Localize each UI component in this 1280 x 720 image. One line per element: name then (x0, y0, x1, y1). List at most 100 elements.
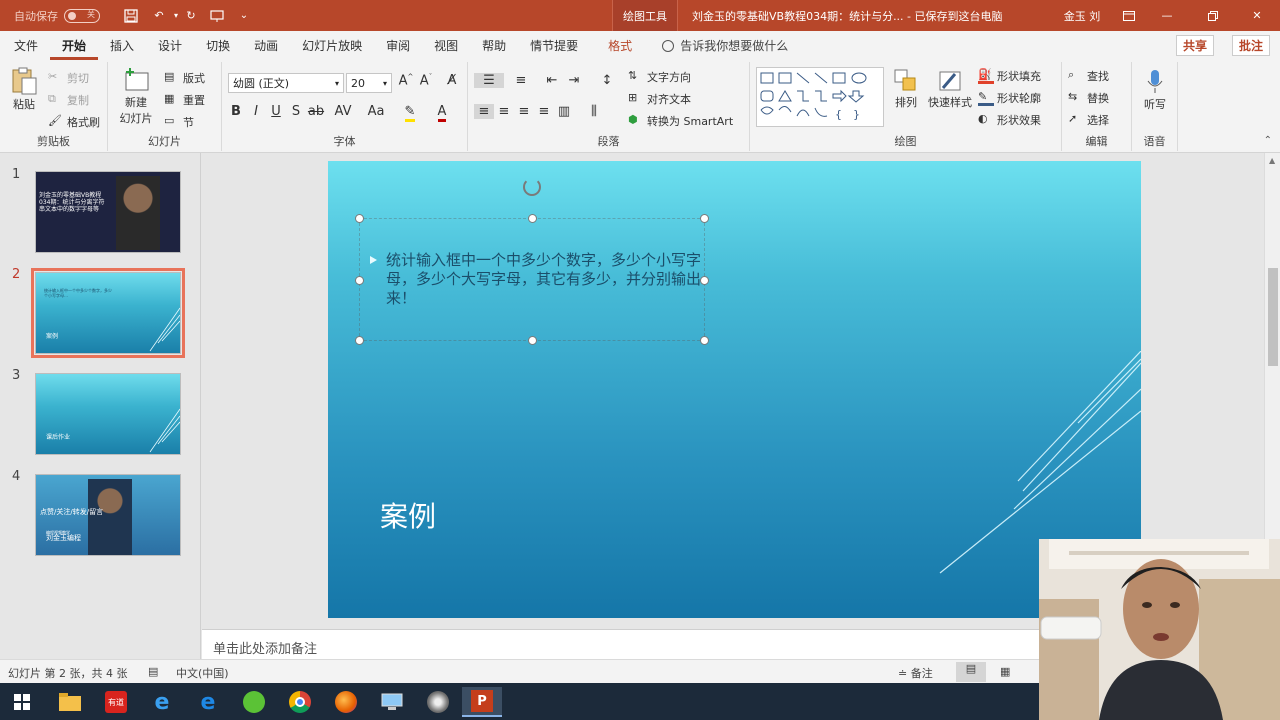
scrollbar-thumb[interactable] (1268, 268, 1278, 366)
remote-desktop-icon[interactable] (372, 687, 412, 717)
cut-button[interactable]: ✂ 剪切 (48, 70, 89, 86)
spellcheck-icon[interactable]: ▤ (148, 665, 158, 678)
clear-format-icon[interactable]: A̸ (442, 73, 462, 88)
format-painter-button[interactable]: 🖌 格式刷 (48, 114, 100, 130)
resize-handle-nw[interactable] (355, 214, 364, 223)
justify-icon[interactable]: ≡ (534, 104, 554, 119)
slide-sorter-icon[interactable]: ▦ (1000, 665, 1010, 678)
decrease-font-icon[interactable]: Aˇ (416, 73, 436, 88)
tab-design[interactable]: 设计 (146, 31, 194, 60)
internet-explorer-icon[interactable]: e (142, 687, 182, 717)
slide-thumbnail-2[interactable]: 统计输入框中一个中多少个数字，多少个小写字母… 案例 (31, 268, 185, 358)
current-slide[interactable]: 统计输入框中一个中多少个数字，多少个小写字母，多少个大写字母，其它有多少，并分别… (328, 161, 1141, 618)
scroll-up-icon[interactable]: ▲ (1269, 156, 1275, 165)
selected-text-box[interactable]: 统计输入框中一个中多少个数字，多少个小写字母，多少个大写字母，其它有多少，并分别… (355, 214, 709, 345)
tab-transitions[interactable]: 切换 (194, 31, 242, 60)
text-direction-button[interactable]: ⇅ 文字方向 (628, 69, 691, 85)
columns-icon[interactable]: ⫼ (584, 104, 604, 119)
select-button[interactable]: ➚ 选择 (1068, 112, 1109, 128)
find-button[interactable]: ⌕ 查找 (1068, 68, 1109, 84)
green-app-icon[interactable] (234, 687, 274, 717)
slide-thumbnail-3[interactable]: 课后作业 (35, 373, 181, 455)
arrange-button[interactable]: 排列 (890, 68, 922, 110)
font-name-combo[interactable]: 幼圆 (正文) ▾ (228, 73, 344, 93)
language-indicator[interactable]: 中文(中国) (176, 665, 229, 681)
shape-fill-button[interactable]: ⛽ 形状填充 (978, 68, 1041, 84)
resize-handle-s[interactable] (528, 336, 537, 345)
tab-animations[interactable]: 动画 (242, 31, 290, 60)
shape-effects-button[interactable]: ◐ 形状效果 (978, 112, 1041, 128)
underline-icon[interactable]: U (266, 104, 286, 119)
distributed-icon[interactable]: ▥ (554, 104, 574, 119)
normal-view-icon[interactable]: ▤ (956, 662, 986, 682)
redo-icon[interactable]: ↻ (180, 0, 202, 31)
resize-handle-se[interactable] (700, 336, 709, 345)
shadow-icon[interactable]: S (286, 104, 306, 119)
tab-slideshow[interactable]: 幻灯片放映 (290, 31, 374, 60)
line-spacing-icon[interactable]: ↕ (594, 73, 620, 88)
slide-thumbnail-1[interactable]: 刘金玉的零基础VB教程034期：统计与分离字符串文本中的数字字母等 (35, 171, 181, 253)
resize-handle-n[interactable] (528, 214, 537, 223)
tell-me-search[interactable]: 告诉我你想要做什么 (662, 37, 788, 54)
quick-styles-button[interactable]: 快速样式 (926, 68, 974, 110)
change-case-icon[interactable]: Aa (362, 104, 390, 119)
tab-home[interactable]: 开始 (50, 31, 99, 60)
bold-icon[interactable]: B (226, 104, 246, 119)
save-icon[interactable] (120, 0, 142, 31)
share-button[interactable]: 共享 (1175, 35, 1214, 56)
undo-icon[interactable]: ↶ (148, 0, 170, 31)
strikethrough-icon[interactable]: ab (306, 104, 326, 119)
chrome-icon[interactable] (280, 687, 320, 717)
windows-start-icon[interactable] (2, 687, 42, 717)
highlight-icon[interactable]: ✎ (400, 104, 420, 122)
tab-help[interactable]: 帮助 (470, 31, 518, 60)
restore-icon[interactable] (1190, 0, 1236, 31)
numbering-icon[interactable]: ≡ (508, 73, 534, 88)
paste-button[interactable]: 粘贴 (8, 66, 40, 112)
powerpoint-icon[interactable]: P (462, 687, 502, 717)
align-left-icon[interactable]: ≡ (474, 104, 494, 119)
resize-handle-ne[interactable] (700, 214, 709, 223)
slide-thumbnail-4[interactable]: 点赞/关注/转发/留言 编程视频教学 刘金玉编程 (35, 474, 181, 556)
edge-icon[interactable]: e (188, 687, 228, 717)
increase-font-icon[interactable]: A^ (396, 73, 416, 88)
youdao-icon[interactable]: 有道 (96, 687, 136, 717)
notes-toggle[interactable]: ≐ 备注 (898, 665, 933, 681)
autosave[interactable]: 自动保存 关 (14, 0, 114, 31)
collapse-ribbon-icon[interactable]: ⌃ (1264, 135, 1272, 146)
resize-handle-w[interactable] (355, 276, 364, 285)
align-center-icon[interactable]: ≡ (494, 104, 514, 119)
copy-button[interactable]: ⧉ 复制 (48, 92, 89, 108)
align-right-icon[interactable]: ≡ (514, 104, 534, 119)
new-slide-button[interactable]: 新建 幻灯片 (114, 66, 158, 126)
smartart-button[interactable]: ⬢ 转换为 SmartArt (628, 113, 733, 129)
char-spacing-icon[interactable]: AV (330, 104, 356, 119)
shapes-gallery[interactable]: {} (756, 67, 884, 127)
increase-indent-icon[interactable]: ⇥ (564, 73, 584, 88)
dictate-button[interactable]: 听写 (1140, 68, 1170, 112)
customize-qat-icon[interactable]: ⌄ (236, 0, 252, 31)
media-player-icon[interactable] (418, 687, 458, 717)
tab-storyboard[interactable]: 情节提要 (518, 31, 590, 60)
reset-button[interactable]: ▦ 重置 (164, 92, 205, 108)
bullets-icon[interactable]: ☰ (474, 73, 504, 88)
tab-insert[interactable]: 插入 (98, 31, 146, 60)
minimize-icon[interactable]: — (1144, 0, 1190, 31)
tab-review[interactable]: 审阅 (374, 31, 422, 60)
comments-button[interactable]: 批注 (1231, 35, 1270, 56)
decrease-indent-icon[interactable]: ⇤ (542, 73, 562, 88)
replace-button[interactable]: ⇆ 替换 (1068, 90, 1109, 106)
shape-outline-button[interactable]: ✎ 形状轮廓 (978, 90, 1041, 106)
font-size-combo[interactable]: 20 ▾ (346, 73, 392, 93)
autosave-toggle[interactable]: 关 (64, 8, 100, 23)
font-color-icon[interactable]: A (432, 104, 452, 122)
firefox-icon[interactable] (326, 687, 366, 717)
slide-body-text[interactable]: 统计输入框中一个中多少个数字，多少个小写字母，多少个大写字母，其它有多少，并分别… (386, 251, 706, 308)
tab-format[interactable]: 格式 (590, 31, 650, 60)
align-text-button[interactable]: ⊞ 对齐文本 (628, 91, 691, 107)
resize-handle-sw[interactable] (355, 336, 364, 345)
slide-title[interactable]: 案例 (380, 495, 436, 535)
tab-file[interactable]: 文件 (0, 31, 50, 60)
section-button[interactable]: ▭ 节 (164, 114, 194, 130)
user-account[interactable]: 金玉 刘 (1052, 0, 1112, 31)
